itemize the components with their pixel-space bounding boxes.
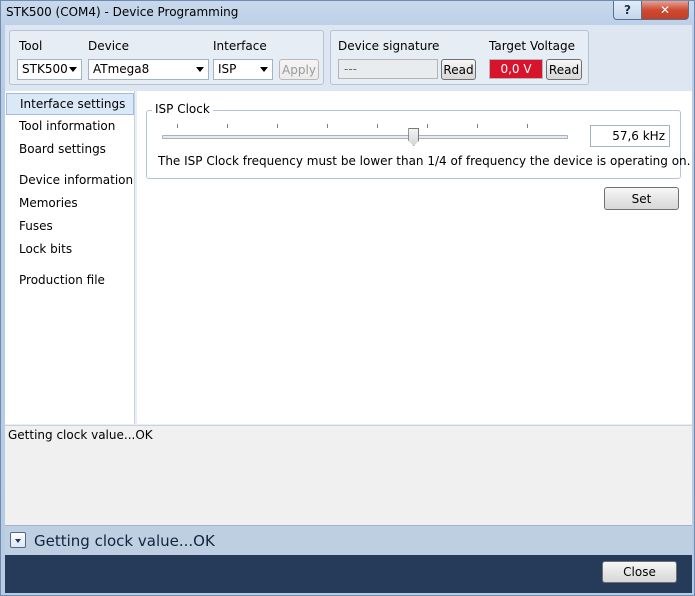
- device-signature-label: Device signature: [338, 39, 440, 53]
- chevron-down-icon: [69, 67, 77, 72]
- device-signature-field: ---: [338, 59, 438, 79]
- isp-clock-group: ISP Clock 57,6 kHz The ISP Clock frequen…: [146, 102, 690, 179]
- slider-tick: [377, 124, 378, 128]
- sidebar-item-board-settings[interactable]: Board settings: [6, 139, 134, 161]
- slider-tick: [477, 124, 478, 128]
- device-programming-window: STK500 (COM4) - Device Programming ? ✕ T…: [0, 0, 695, 596]
- slider-tick: [227, 124, 228, 128]
- client-area: Tool Device Interface STK500 ATmega8 ISP…: [5, 25, 692, 593]
- title-bar[interactable]: STK500 (COM4) - Device Programming ? ✕: [1, 1, 694, 25]
- sidebar-item-production-file[interactable]: Production file: [6, 270, 134, 292]
- slider-tick: [177, 124, 178, 128]
- read-voltage-button[interactable]: Read: [546, 59, 582, 80]
- sidebar-item-tool-information[interactable]: Tool information: [6, 116, 134, 138]
- log-output[interactable]: Getting clock value...OK: [5, 425, 692, 525]
- slider-tick: [527, 124, 528, 128]
- sidebar-item-interface-settings[interactable]: Interface settings: [6, 93, 134, 115]
- help-icon: ?: [624, 3, 631, 17]
- apply-button[interactable]: Apply: [279, 59, 319, 80]
- set-button[interactable]: Set: [604, 187, 679, 210]
- target-voltage-label: Target Voltage: [489, 39, 575, 53]
- isp-clock-frequency-input[interactable]: 57,6 kHz: [590, 125, 670, 147]
- footer: Close: [5, 555, 692, 593]
- window-title: STK500 (COM4) - Device Programming: [6, 5, 239, 19]
- tool-select[interactable]: STK500: [17, 59, 82, 80]
- chevron-down-icon: [260, 67, 268, 72]
- chevron-down-icon: [196, 67, 204, 72]
- help-button[interactable]: ?: [613, 1, 642, 20]
- device-select[interactable]: ATmega8: [88, 59, 209, 80]
- isp-clock-slider-thumb[interactable]: [408, 128, 420, 146]
- tool-select-value: STK500: [22, 62, 68, 76]
- sidebar-item-lock-bits[interactable]: Lock bits: [6, 239, 134, 261]
- expand-log-toggle[interactable]: [10, 532, 26, 548]
- tool-group: Tool Device Interface STK500 ATmega8 ISP…: [9, 30, 324, 85]
- sidebar-item-memories[interactable]: Memories: [6, 193, 134, 215]
- status-text: Getting clock value...OK: [34, 532, 215, 550]
- target-voltage-field: 0,0 V: [489, 59, 543, 79]
- close-icon: ✕: [659, 3, 671, 17]
- tool-label: Tool: [19, 39, 43, 53]
- status-bar: Getting clock value...OK: [5, 525, 692, 555]
- isp-clock-legend: ISP Clock: [152, 102, 213, 116]
- window-close-button[interactable]: ✕: [641, 1, 689, 20]
- device-label: Device: [88, 39, 130, 53]
- interface-label: Interface: [213, 39, 267, 53]
- interface-select-value: ISP: [218, 62, 237, 76]
- toolbar-area: Tool Device Interface STK500 ATmega8 ISP…: [5, 25, 692, 91]
- slider-tick: [277, 124, 278, 128]
- device-select-value: ATmega8: [93, 62, 150, 76]
- sidebar: Interface settings Tool information Boar…: [5, 91, 135, 424]
- isp-clock-slider[interactable]: [162, 135, 568, 139]
- interface-select[interactable]: ISP: [213, 59, 273, 80]
- slider-tick: [327, 124, 328, 128]
- close-button[interactable]: Close: [602, 561, 677, 583]
- log-line: Getting clock value...OK: [8, 428, 153, 442]
- interface-settings-panel: ISP Clock 57,6 kHz The ISP Clock frequen…: [137, 91, 692, 424]
- slider-tick: [427, 124, 428, 128]
- sidebar-item-device-information[interactable]: Device information: [6, 170, 134, 192]
- signature-group: Device signature Target Voltage --- Read…: [330, 30, 589, 85]
- read-signature-button[interactable]: Read: [441, 59, 476, 80]
- sidebar-item-fuses[interactable]: Fuses: [6, 216, 134, 238]
- isp-clock-note: The ISP Clock frequency must be lower th…: [158, 154, 691, 168]
